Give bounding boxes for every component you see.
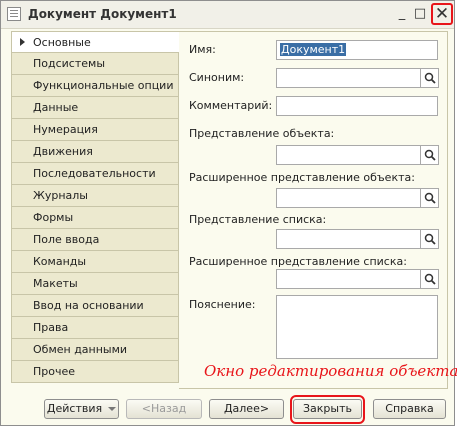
list-repr-label: Представление списка: xyxy=(189,213,327,226)
dropdown-icon xyxy=(108,407,117,411)
tab-functional-options[interactable]: Функциональные опции xyxy=(11,75,179,97)
next-button[interactable]: Далее> xyxy=(209,399,284,419)
search-icon xyxy=(424,233,436,245)
search-icon xyxy=(424,273,436,285)
tab-label: Данные xyxy=(33,101,79,114)
tab-main[interactable]: Основные xyxy=(11,31,181,53)
ext-object-repr-label: Расширенное представление объекта: xyxy=(189,171,415,184)
main-properties-panel: Имя: Документ1 Синоним: Комментарий: Пре… xyxy=(179,31,448,389)
tab-list: Основные Подсистемы Функциональные опции… xyxy=(11,31,181,383)
tab-other[interactable]: Прочее xyxy=(11,361,179,383)
synonym-search-button[interactable] xyxy=(420,68,439,88)
title-separator xyxy=(1,28,454,29)
tab-data[interactable]: Данные xyxy=(11,97,179,119)
close-button-highlight xyxy=(290,395,365,424)
object-repr-search-button[interactable] xyxy=(420,145,439,165)
maximize-button[interactable]: □ xyxy=(411,5,429,23)
tab-label: Ввод на основании xyxy=(33,299,144,312)
synonym-label: Синоним: xyxy=(189,71,245,84)
ext-list-repr-search-button[interactable] xyxy=(420,269,439,289)
search-icon xyxy=(424,149,436,161)
list-repr-field[interactable] xyxy=(276,229,421,249)
ext-list-repr-label: Расширенное представление списка: xyxy=(189,255,407,268)
tab-sequences[interactable]: Последовательности xyxy=(11,163,179,185)
explanation-field[interactable] xyxy=(276,295,438,359)
help-button[interactable]: Справка xyxy=(373,399,446,419)
name-value: Документ1 xyxy=(280,43,347,56)
tab-arrow-icon xyxy=(20,38,25,46)
annotation-caption: Окно редактирования объекта xyxy=(204,362,457,380)
tab-label: Основные xyxy=(33,36,91,49)
actions-button[interactable]: Действия xyxy=(44,399,119,419)
tab-label: Последовательности xyxy=(33,167,156,180)
tab-templates[interactable]: Макеты xyxy=(11,273,179,295)
window-icon xyxy=(7,7,21,21)
title-bar[interactable]: Документ Документ1 _ □ ✕ xyxy=(1,1,454,28)
tab-movements[interactable]: Движения xyxy=(11,141,179,163)
object-editor-window: Документ Документ1 _ □ ✕ Основные Подсис… xyxy=(0,0,457,426)
search-icon xyxy=(424,192,436,204)
tab-label: Макеты xyxy=(33,277,78,290)
tab-label: Обмен данными xyxy=(33,343,128,356)
tab-commands[interactable]: Команды xyxy=(11,251,179,273)
tab-label: Нумерация xyxy=(33,123,98,136)
tab-label: Подсистемы xyxy=(33,57,106,70)
name-field[interactable]: Документ1 xyxy=(276,40,438,60)
tab-numbering[interactable]: Нумерация xyxy=(11,119,179,141)
tab-forms[interactable]: Формы xyxy=(11,207,179,229)
synonym-field[interactable] xyxy=(276,68,421,88)
comment-label: Комментарий: xyxy=(189,99,273,112)
object-repr-field[interactable] xyxy=(276,145,421,165)
tab-label: Права xyxy=(33,321,69,334)
ext-list-repr-field[interactable] xyxy=(276,269,421,289)
tab-rights[interactable]: Права xyxy=(11,317,179,339)
ext-object-repr-search-button[interactable] xyxy=(420,188,439,208)
tab-subsystems[interactable]: Подсистемы xyxy=(11,53,179,75)
tab-label: Функциональные опции xyxy=(33,79,174,92)
tab-input-based-on[interactable]: Ввод на основании xyxy=(11,295,179,317)
object-repr-label: Представление объекта: xyxy=(189,127,335,140)
list-repr-search-button[interactable] xyxy=(420,229,439,249)
close-window-button[interactable]: ✕ xyxy=(431,3,453,25)
name-label: Имя: xyxy=(189,43,216,56)
window-title: Документ Документ1 xyxy=(28,7,177,21)
tab-label: Команды xyxy=(33,255,87,268)
back-button[interactable]: <Назад xyxy=(126,399,202,419)
comment-field[interactable] xyxy=(276,96,438,116)
tab-label: Поле ввода xyxy=(33,233,100,246)
actions-label: Действия xyxy=(46,402,103,415)
explanation-label: Пояснение: xyxy=(189,298,256,311)
tab-label: Формы xyxy=(33,211,74,224)
tab-journals[interactable]: Журналы xyxy=(11,185,179,207)
tab-label: Движения xyxy=(33,145,93,158)
tab-data-exchange[interactable]: Обмен данными xyxy=(11,339,179,361)
tab-label: Прочее xyxy=(33,365,76,378)
ext-object-repr-field[interactable] xyxy=(276,188,421,208)
search-icon xyxy=(424,72,436,84)
tab-label: Журналы xyxy=(33,189,88,202)
tab-input-field[interactable]: Поле ввода xyxy=(11,229,179,251)
minimize-button[interactable]: _ xyxy=(393,5,411,23)
